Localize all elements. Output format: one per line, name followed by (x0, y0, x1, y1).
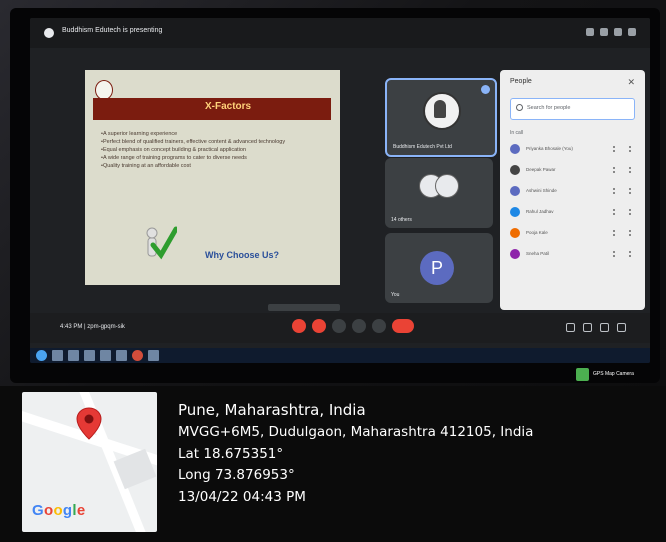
participant-row[interactable]: Deepak Pawar (510, 163, 635, 179)
edge-icon[interactable] (84, 350, 95, 361)
file-explorer-icon[interactable] (68, 350, 79, 361)
store-icon[interactable] (100, 350, 111, 361)
slide-bullet: Equal emphasis on concept building & pra… (101, 146, 331, 154)
side-controls (566, 323, 626, 332)
avatar (510, 165, 520, 175)
slide-bullet: A superior learning experience (101, 130, 331, 138)
window-controls (586, 28, 636, 36)
longitude: Long 73.876953° (178, 467, 295, 483)
participant-name: Sneha Patil (526, 251, 550, 256)
meeting-time-code: 4:43 PM | zpm-gpqm-sik (60, 324, 125, 330)
gps-app-name: GPS Map Camera (593, 371, 634, 377)
participant-name: Ashwini Shinde (526, 188, 557, 193)
participant-name: Pooja Kale (526, 230, 548, 235)
presenting-bar: Buddhism Edutech is presenting (30, 18, 650, 48)
map-pin-icon (76, 407, 102, 440)
taskbar-icons (36, 350, 159, 361)
participant-tile-self[interactable]: P You (385, 233, 493, 303)
search-icon (516, 104, 523, 111)
settings-icon[interactable] (628, 28, 636, 36)
tooltip (268, 304, 340, 311)
more-options-icon[interactable] (613, 146, 631, 152)
speaking-indicator-icon (481, 85, 490, 94)
participant-name: Priyanka Bhosale (You) (526, 146, 573, 151)
search-placeholder: Search for people (527, 105, 571, 111)
people-icon[interactable] (583, 323, 592, 332)
slide-bullet-list: A superior learning experience Perfect b… (101, 130, 331, 170)
location-address: MVGG+6M5, Dudulgaon, Maharashtra 412105,… (178, 424, 534, 440)
layout-icon[interactable] (586, 28, 594, 36)
participant-tile-presenter[interactable]: Buddhism Edutech Pvt Ltd (385, 78, 497, 157)
checkmark-figure-icon (146, 226, 177, 260)
mail-icon[interactable] (116, 350, 127, 361)
participant-name: Rahul Jadhav (526, 209, 554, 214)
slide-tagline: Why Choose Us? (205, 250, 280, 260)
windows-taskbar (30, 348, 650, 363)
avatar (510, 249, 520, 259)
gps-camera-badge: GPS Map Camera (576, 368, 656, 382)
monitor-screen: Buddhism Edutech is presenting X-Factors… (30, 18, 650, 363)
chrome-icon[interactable] (132, 350, 143, 361)
tile-name: You (391, 292, 400, 298)
present-icon[interactable] (352, 319, 366, 333)
presenting-title: Buddhism Edutech is presenting (62, 27, 163, 34)
slide-bullet: A wide range of training programs to cat… (101, 154, 331, 162)
latitude: Lat 18.675351° (178, 445, 284, 462)
people-search-input[interactable]: Search for people (510, 98, 635, 120)
fullscreen-icon[interactable] (600, 28, 608, 36)
more-options-icon[interactable] (613, 167, 631, 173)
hang-up-button[interactable] (392, 319, 414, 333)
google-logo: Google (32, 502, 86, 519)
institute-logo-icon (95, 80, 113, 100)
chat-icon[interactable] (600, 323, 609, 332)
others-avatars-icon (419, 174, 459, 198)
app-icon[interactable] (148, 350, 159, 361)
participant-tile-others[interactable]: 14 others (385, 158, 493, 228)
start-icon[interactable] (36, 350, 47, 361)
avatar (510, 186, 520, 196)
more-options-icon[interactable] (372, 319, 386, 333)
location-map-thumbnail: Google (22, 392, 157, 532)
more-options-icon[interactable] (613, 251, 631, 257)
mic-off-icon[interactable] (292, 319, 306, 333)
camera-off-icon[interactable] (312, 319, 326, 333)
captions-icon[interactable] (332, 319, 346, 333)
activities-icon[interactable] (617, 323, 626, 332)
info-icon[interactable] (566, 323, 575, 332)
gps-camera-logo-icon (576, 368, 589, 381)
close-icon[interactable]: ✕ (627, 77, 635, 88)
slide-bullet: Perfect blend of qualified trainers, eff… (101, 138, 331, 146)
participant-row[interactable]: Pooja Kale (510, 226, 635, 242)
tile-name: 14 others (391, 217, 412, 223)
more-options-icon[interactable] (613, 209, 631, 215)
more-options-icon[interactable] (613, 188, 631, 194)
participant-name: Deepak Pawar (526, 167, 556, 172)
avatar (510, 228, 520, 238)
slide-title: X-Factors (205, 101, 252, 112)
presentation-slide: X-Factors A superior learning experience… (85, 70, 340, 285)
avatar: P (420, 251, 454, 285)
presenter-logo-icon (423, 92, 461, 130)
more-options-icon[interactable] (613, 230, 631, 236)
task-view-icon[interactable] (52, 350, 63, 361)
participant-row[interactable]: Ashwini Shinde (510, 184, 635, 200)
more-options-icon[interactable] (614, 28, 622, 36)
avatar (510, 207, 520, 217)
tile-name: Buddhism Edutech Pvt Ltd (393, 144, 452, 150)
slide-bullet: Quality training at an affordable cost (101, 162, 331, 170)
location-city: Pune, Maharashtra, India (178, 401, 366, 419)
people-section-label: In call (510, 130, 524, 136)
participant-row[interactable]: Priyanka Bhosale (You) (510, 142, 635, 158)
meeting-controls-bar: 4:43 PM | zpm-gpqm-sik (30, 304, 650, 343)
meet-logo-icon (44, 28, 54, 38)
avatar (510, 144, 520, 154)
people-panel: People ✕ Search for people In call Priya… (500, 70, 645, 310)
participant-row[interactable]: Sneha Patil (510, 247, 635, 263)
people-title: People (510, 78, 532, 85)
geo-details: Pune, Maharashtra, India MVGG+6M5, Dudul… (178, 398, 533, 508)
call-controls (292, 319, 414, 333)
capture-datetime: 13/04/22 04:43 PM (178, 488, 306, 505)
participant-row[interactable]: Rahul Jadhav (510, 205, 635, 221)
